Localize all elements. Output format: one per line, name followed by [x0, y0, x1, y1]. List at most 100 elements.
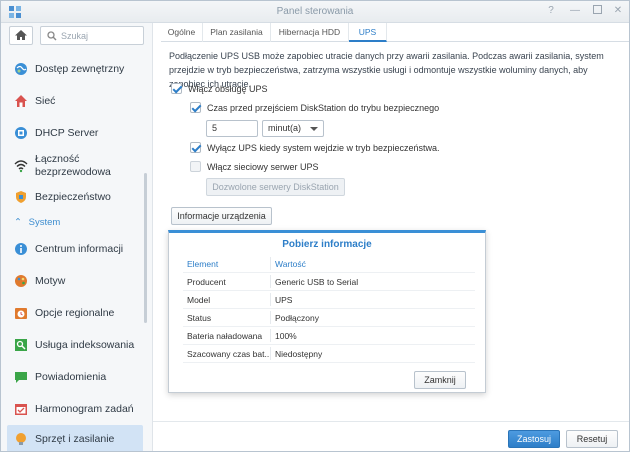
sidebar-item-theme[interactable]: Motyw: [7, 267, 143, 295]
help-icon[interactable]: ?: [545, 5, 557, 17]
sidebar: Szukaj Dostęp zewnętrzny Sieć DHCP Serve…: [1, 23, 153, 451]
row-value: 100%: [275, 331, 297, 341]
minimize-icon[interactable]: —: [569, 5, 581, 17]
enable-ups-row[interactable]: Włącz obsługę UPS: [171, 83, 268, 94]
sidebar-item-regional-options[interactable]: Opcje regionalne: [7, 299, 143, 327]
search-placeholder: Szukaj: [61, 31, 89, 41]
shutdown-ups-label: Wyłącz UPS kiedy system wejdzie w tryb b…: [207, 142, 440, 153]
dhcp-icon: [14, 126, 28, 140]
search-field[interactable]: Szukaj: [40, 26, 144, 45]
table-header-row: Element Wartość: [183, 255, 475, 273]
safe-mode-time-label: Czas przed przejściem DiskStation do try…: [207, 102, 440, 113]
close-dialog-button[interactable]: Zamknij: [414, 371, 466, 389]
tab-hdd-hibernation[interactable]: Hibernacja HDD: [271, 23, 349, 42]
chevron-down-icon: [310, 127, 318, 131]
device-info-dialog: Pobierz informacje Element Wartość Produ…: [168, 230, 486, 393]
sidebar-item-label: Motyw: [35, 274, 66, 287]
maximize-icon[interactable]: [591, 5, 603, 17]
sidebar-item-label: Sieć: [35, 94, 56, 107]
shield-icon: [14, 190, 28, 204]
home-network-icon: [14, 94, 28, 108]
globe-icon: [14, 62, 28, 76]
footer-bar: Zastosuj Resetuj: [153, 421, 629, 451]
safe-mode-time-checkbox[interactable]: [190, 102, 201, 113]
sidebar-item-label: Dostęp zewnętrzny: [35, 62, 125, 75]
device-info-table: Element Wartość Producent Generic USB to…: [183, 255, 475, 363]
close-icon[interactable]: ✕: [612, 5, 624, 17]
sidebar-item-label: Łączność bezprzewodowa: [35, 153, 111, 178]
table-row: Producent Generic USB to Serial: [183, 273, 475, 291]
row-element: Model: [187, 295, 211, 305]
sidebar-item-dhcp[interactable]: DHCP Server: [7, 119, 143, 147]
clock-region-icon: [14, 306, 28, 320]
search-icon: [47, 31, 57, 41]
row-value: Niedostępny: [275, 349, 323, 359]
time-value-input[interactable]: 5: [206, 120, 258, 137]
time-unit-value: minut(a): [268, 123, 302, 133]
chevron-up-icon: ⌃: [14, 217, 22, 228]
sidebar-item-wireless[interactable]: Łączność bezprzewodowa: [7, 149, 143, 183]
device-info-button[interactable]: Informacje urządzenia: [171, 207, 272, 225]
bulb-icon: [14, 432, 28, 446]
safe-mode-time-row[interactable]: Czas przed przejściem DiskStation do try…: [190, 102, 439, 113]
reset-button[interactable]: Resetuj: [566, 430, 618, 448]
sidebar-item-info-center[interactable]: Centrum informacji: [7, 235, 143, 263]
home-button[interactable]: [9, 26, 33, 45]
tab-general[interactable]: Ogólne: [161, 23, 203, 42]
sidebar-item-label: Sprzęt i zasilanie: [35, 432, 115, 445]
calendar-icon: [14, 402, 28, 416]
sidebar-item-label: Opcje regionalne: [35, 306, 115, 319]
sidebar-item-label: Bezpieczeństwo: [35, 190, 111, 203]
wifi-icon: [14, 159, 28, 173]
network-ups-server-label: Włącz sieciowy serwer UPS: [207, 161, 319, 172]
row-element: Bateria naładowana: [187, 331, 263, 341]
home-icon: [15, 30, 27, 40]
chat-icon: [14, 370, 28, 384]
enable-ups-label: Włącz obsługę UPS: [188, 83, 268, 94]
tab-power-plan[interactable]: Plan zasilania: [203, 23, 271, 42]
tab-bar: Ogólne Plan zasilania Hibernacja HDD UPS: [161, 23, 629, 42]
enable-ups-checkbox[interactable]: [171, 83, 182, 94]
sidebar-item-task-scheduler[interactable]: Harmonogram zadań: [7, 395, 143, 423]
dialog-title: Pobierz informacje: [282, 239, 372, 250]
row-element: Producent: [187, 277, 226, 287]
sidebar-item-label: DHCP Server: [35, 126, 99, 139]
table-row: Status Podłączony: [183, 309, 475, 327]
shutdown-ups-row[interactable]: Wyłącz UPS kiedy system wejdzie w tryb b…: [190, 142, 440, 153]
row-element: Status: [187, 313, 212, 323]
info-icon: [14, 242, 28, 256]
allowed-diskstation-servers-button[interactable]: Dozwolone serwery DiskStation: [206, 178, 345, 196]
row-value: Generic USB to Serial: [275, 277, 359, 287]
index-icon: [14, 338, 28, 352]
sidebar-item-label: Usługa indeksowania: [35, 338, 135, 351]
sidebar-item-indexing-service[interactable]: Usługa indeksowania: [7, 331, 143, 359]
sidebar-item-label: Centrum informacji: [35, 242, 124, 255]
sidebar-item-notifications[interactable]: Powiadomienia: [7, 363, 143, 391]
section-header-label: System: [28, 217, 61, 228]
sidebar-item-network[interactable]: Sieć: [7, 87, 143, 115]
sidebar-item-security[interactable]: Bezpieczeństwo: [7, 183, 143, 211]
window-title: Panel sterowania: [276, 6, 354, 17]
sidebar-item-label: Powiadomienia: [35, 370, 107, 383]
title-bar[interactable]: Panel sterowania ? — ✕: [1, 1, 629, 23]
control-panel-window: Panel sterowania ? — ✕ Szukaj Dostęp zew: [0, 0, 630, 452]
sidebar-item-label: Harmonogram zadań: [35, 402, 134, 415]
tab-ups[interactable]: UPS: [349, 23, 387, 42]
table-row: Model UPS: [183, 291, 475, 309]
network-ups-server-row[interactable]: Włącz sieciowy serwer UPS: [190, 161, 319, 172]
column-header-element[interactable]: Element: [187, 259, 271, 269]
network-ups-server-checkbox[interactable]: [190, 161, 201, 172]
row-element: Szacowany czas bat...: [187, 349, 271, 359]
table-row: Bateria naładowana 100%: [183, 327, 475, 345]
sidebar-item-external-access[interactable]: Dostęp zewnętrzny: [7, 55, 143, 83]
shutdown-ups-checkbox[interactable]: [190, 142, 201, 153]
table-row: Szacowany czas bat... Niedostępny: [183, 345, 475, 363]
apply-button[interactable]: Zastosuj: [508, 430, 560, 448]
sidebar-item-hardware-power[interactable]: Sprzęt i zasilanie: [7, 425, 143, 451]
column-header-value[interactable]: Wartość: [275, 259, 306, 269]
palette-icon: [14, 274, 28, 288]
row-value: UPS: [275, 295, 293, 305]
sidebar-section-system[interactable]: ⌃ System: [14, 217, 60, 228]
sidebar-scrollbar[interactable]: [144, 173, 147, 323]
time-unit-select[interactable]: minut(a): [262, 120, 324, 137]
